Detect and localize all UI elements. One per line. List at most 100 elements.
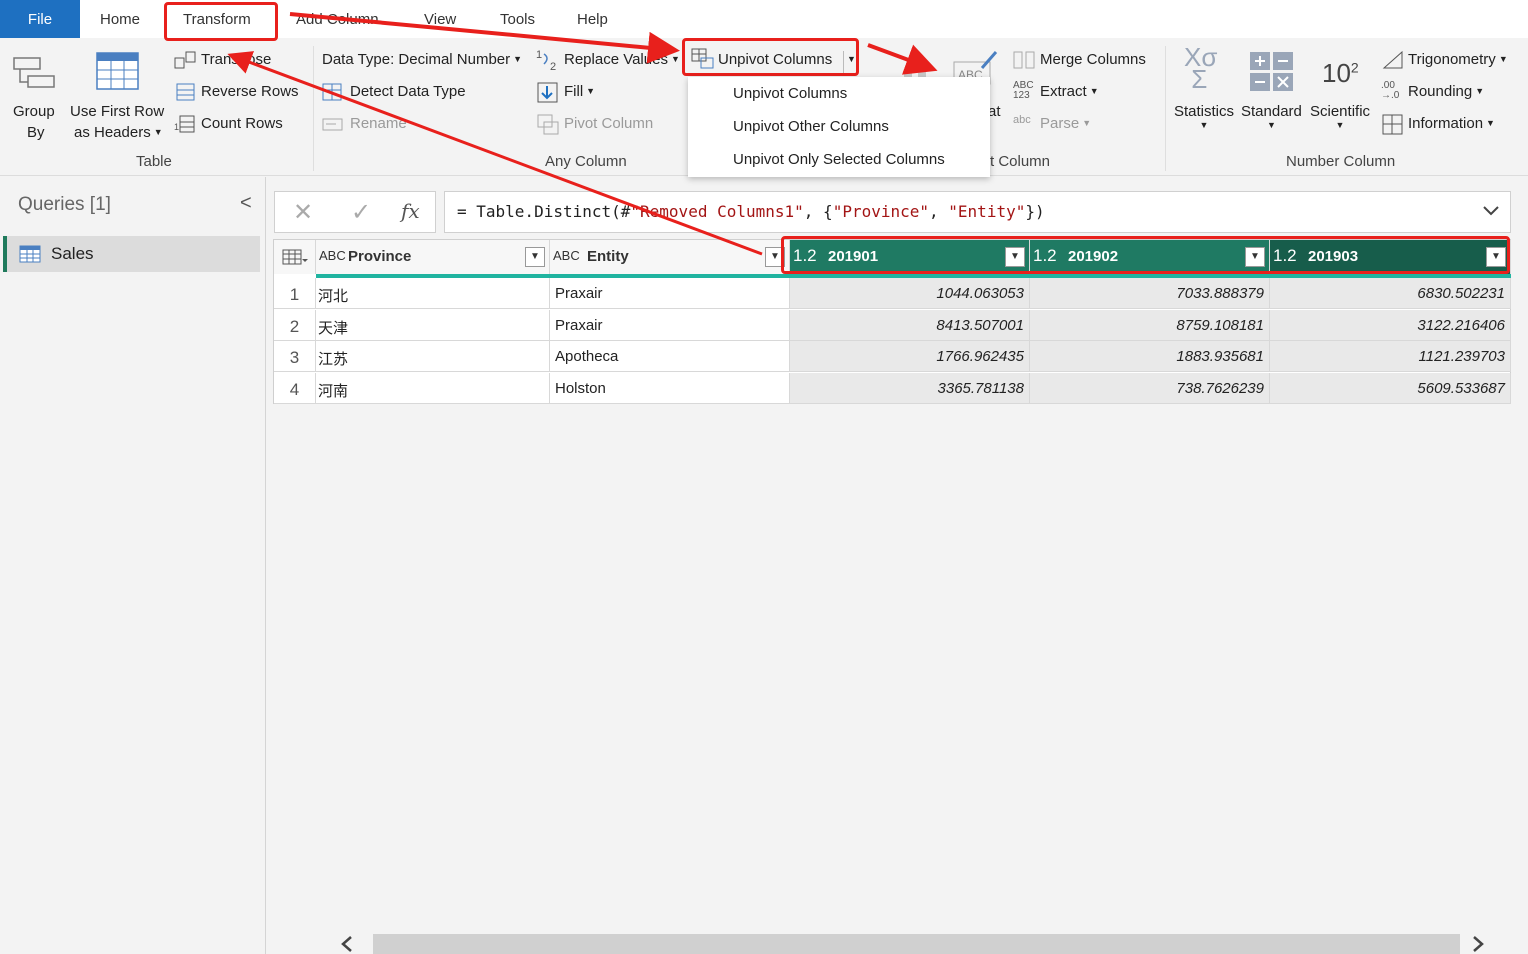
group-label-text-column: t Column [990,153,1051,170]
replace-values-button[interactable]: Replace Values ▼ [564,51,680,68]
table-cell[interactable]: 天津 [316,309,550,341]
tab-help[interactable]: Help [577,0,608,38]
table-cell[interactable]: Holston [550,372,790,404]
text-type-icon[interactable]: ABC [553,248,580,263]
tab-tools[interactable]: Tools [500,0,535,38]
detect-data-type-button[interactable]: Detect Data Type [350,83,466,100]
rename-icon [322,118,343,131]
fill-button[interactable]: Fill ▼ [564,83,595,100]
scientific-icon: 102 [1322,58,1359,88]
information-button[interactable]: Information ▼ [1408,115,1495,132]
table-menu-button[interactable] [274,240,316,274]
filter-dropdown-icon[interactable]: ▼ [525,247,545,267]
table-icon [19,245,41,263]
table-cell[interactable]: 8413.507001 [790,309,1030,341]
horizontal-scrollbar[interactable] [318,932,1518,954]
fill-down-icon [537,82,558,103]
formula-bar[interactable]: = Table.Distinct(#"Removed Columns1", {"… [444,191,1511,233]
table-cell[interactable]: 3365.781138 [790,372,1030,404]
scroll-right-icon[interactable] [1471,935,1485,953]
count-rows-icon: 1 [174,115,195,133]
table-cell[interactable]: 8759.108181 [1030,309,1270,341]
table-cell[interactable]: Apotheca [550,341,790,372]
unpivot-dropdown-menu: Unpivot Columns Unpivot Other Columns Un… [688,77,990,177]
menu-item-unpivot-other-columns[interactable]: Unpivot Other Columns [733,118,889,135]
transpose-button[interactable]: Transpose [201,51,271,68]
chevron-down-icon: ▼ [1082,118,1092,128]
reverse-rows-icon [176,83,195,101]
expand-formula-icon[interactable] [1482,201,1500,224]
column-header-entity[interactable]: ABC Entity ▼ [550,240,790,274]
parse-icon: abc [1013,114,1031,126]
tab-view[interactable]: View [424,0,456,38]
table-cell[interactable]: 河南 [316,372,550,404]
rounding-button[interactable]: Rounding ▼ [1408,83,1484,100]
merge-columns-button[interactable]: Merge Columns [1040,51,1146,68]
scrollbar-thumb[interactable] [373,934,1460,954]
replace-values-icon: 12 [536,49,556,72]
count-rows-button[interactable]: Count Rows [201,115,283,132]
merge-columns-icon [1013,51,1035,69]
trigonometry-button[interactable]: Trigonometry ▼ [1408,51,1508,68]
group-label-any-column: Any Column [545,153,627,170]
parse-button[interactable]: Parse ▼ [1040,115,1091,132]
column-header-province[interactable]: ABC Province ▼ [316,240,550,274]
scientific-button[interactable]: Scientific ▼ [1310,103,1370,130]
table-cell[interactable]: 738.7626239 [1030,372,1270,404]
cancel-icon[interactable]: ✕ [293,198,313,227]
table-cell[interactable]: Praxair [550,309,790,341]
table-cell[interactable]: 6830.502231 [1270,278,1511,309]
menu-item-unpivot-columns[interactable]: Unpivot Columns [733,85,847,102]
column-name: Province [348,248,412,265]
table-cell[interactable]: Praxair [550,278,790,309]
table-cell[interactable]: 1121.239703 [1270,341,1511,372]
chevron-down-icon: ▼ [1199,120,1209,130]
extract-button[interactable]: Extract ▼ [1040,83,1099,100]
standard-icon [1250,52,1293,91]
pivot-column-button[interactable]: Pivot Column [564,115,653,132]
table-cell[interactable]: 江苏 [316,341,550,372]
data-type-dropdown[interactable]: Data Type: Decimal Number ▼ [322,51,522,68]
query-item-label: Sales [51,244,94,263]
queries-pane: Queries [1] < Sales [0,177,266,954]
table-cell[interactable]: 5609.533687 [1270,372,1511,404]
table-menu-icon [282,249,308,265]
svg-text:1: 1 [174,122,179,132]
text-type-icon[interactable]: ABC [319,248,346,263]
annotation-box-unpivot-button [682,38,859,76]
query-item-sales[interactable]: Sales [3,236,260,272]
tab-file[interactable]: File [0,0,80,38]
svg-text:1: 1 [536,49,542,61]
scroll-left-icon[interactable] [340,935,354,953]
standard-button[interactable]: Standard ▼ [1241,103,1302,130]
annotation-box-transform-tab [164,2,278,41]
group-by-label-1: Group [13,103,55,120]
trigonometry-icon [1382,50,1403,69]
commit-icon[interactable]: ✓ [351,198,371,227]
chevron-down-icon: ▼ [670,54,680,64]
chevron-down-icon: ▼ [1475,86,1485,96]
table-cell[interactable]: 河北 [316,278,550,309]
information-icon [1382,114,1403,135]
queries-title: Queries [1] [18,194,111,215]
chevron-down-icon: ▼ [1486,118,1495,128]
statistics-button[interactable]: Statistics ▼ [1174,103,1234,130]
fx-icon[interactable]: fx [401,199,420,223]
table-cell[interactable]: 1044.063053 [790,278,1030,309]
table-cell[interactable]: 1883.935681 [1030,341,1270,372]
table-headers-icon [96,52,139,90]
collapse-pane-icon[interactable]: < [240,192,252,215]
rename-button[interactable]: Rename [350,115,407,132]
extract-icon: ABC 123 [1013,80,1034,101]
tab-add-column[interactable]: Add Column [296,0,379,38]
table-cell[interactable]: 1766.962435 [790,341,1030,372]
chevron-down-icon: ▼ [1266,120,1276,130]
menu-item-unpivot-selected-columns[interactable]: Unpivot Only Selected Columns [733,151,945,168]
table-cell[interactable]: 7033.888379 [1030,278,1270,309]
table-cell[interactable]: 3122.216406 [1270,309,1511,341]
statistics-icon: Xσ Σ [1184,42,1218,94]
tab-home[interactable]: Home [100,0,140,38]
reverse-rows-button[interactable]: Reverse Rows [201,83,299,100]
chevron-down-icon: ▼ [586,86,596,96]
row-number: 4 [274,372,316,404]
